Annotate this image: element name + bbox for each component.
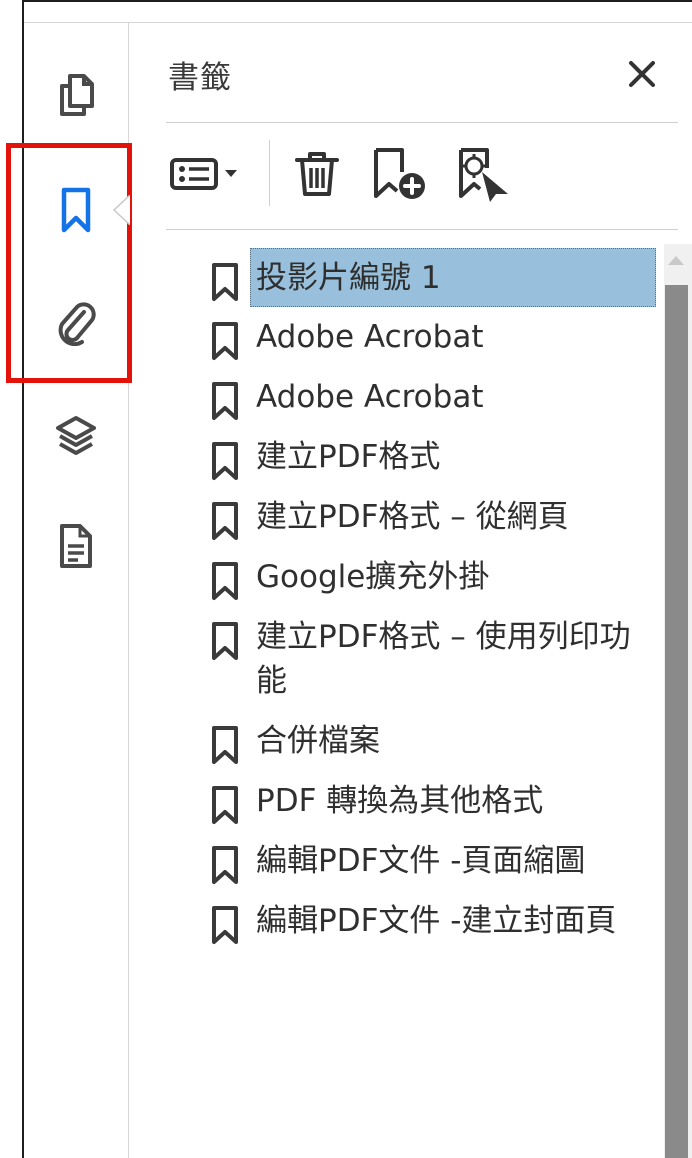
- header-divider: [166, 122, 678, 123]
- bookmark-item-icon: [200, 248, 250, 302]
- bookmark-item[interactable]: 合併檔案: [200, 711, 656, 771]
- toolbar-separator: [269, 140, 270, 206]
- bookmark-item-label: 建立PDF格式 – 使用列印功能: [256, 619, 631, 699]
- find-current-bookmark-button[interactable]: [456, 146, 512, 202]
- document-properties-icon[interactable]: [48, 518, 104, 574]
- bookmark-item-icon: [200, 771, 250, 825]
- scrollbar-thumb[interactable]: [665, 285, 688, 1158]
- delete-bookmark-button[interactable]: [290, 146, 344, 202]
- bookmark-icon: [212, 382, 238, 420]
- bookmark-item-label: 建立PDF格式 – 從網頁: [256, 499, 569, 535]
- bookmark-icon: [212, 846, 238, 884]
- close-button[interactable]: [620, 52, 664, 96]
- bookmark-item-icon: [200, 427, 250, 481]
- bookmark-item-icon: [200, 547, 250, 601]
- bookmark-item[interactable]: Adobe Acrobat: [200, 367, 656, 427]
- bookmark-item-label: 投影片編號 1: [250, 248, 656, 307]
- bookmark-item-label: PDF 轉換為其他格式: [256, 783, 544, 819]
- bookmark-item-label: Adobe Acrobat: [256, 379, 484, 415]
- bookmark-item[interactable]: PDF 轉換為其他格式: [200, 771, 656, 831]
- bookmark-item[interactable]: 建立PDF格式: [200, 427, 656, 487]
- bookmark-item-icon: [200, 367, 250, 421]
- bookmark-icon: [212, 726, 238, 764]
- bookmark-item-label: 建立PDF格式: [256, 439, 441, 475]
- bookmark-item-label: 編輯PDF文件 -頁面縮圖: [256, 843, 586, 879]
- annotation-highlight-box: [6, 143, 132, 383]
- bookmark-icon: [212, 906, 238, 944]
- bookmark-item-icon: [200, 607, 250, 661]
- bookmark-list: 投影片編號 1 Adobe Acrobat Adobe Acrobat 建立PDF格式…: [200, 248, 656, 951]
- panel-top-border: [24, 22, 692, 23]
- bookmark-icon: [212, 502, 238, 540]
- bookmark-item-label: Google擴充外掛: [256, 559, 490, 595]
- find-current-bookmark-icon[interactable]: [456, 146, 512, 202]
- options-menu-button[interactable]: [168, 146, 244, 202]
- bookmark-item-label: Adobe Acrobat: [256, 319, 484, 355]
- bookmark-icon: [212, 263, 238, 301]
- new-bookmark-icon[interactable]: [370, 146, 432, 202]
- bookmark-item[interactable]: 建立PDF格式 – 使用列印功能: [200, 607, 656, 711]
- bookmark-item[interactable]: 建立PDF格式 – 從網頁: [200, 487, 656, 547]
- panel-title: 書籤: [168, 60, 232, 96]
- pages-icon[interactable]: [48, 66, 104, 122]
- close-icon[interactable]: [626, 58, 658, 90]
- bookmark-item[interactable]: Google擴充外掛: [200, 547, 656, 607]
- window-frame-top: [22, 0, 692, 2]
- bookmark-item[interactable]: Adobe Acrobat: [200, 307, 656, 367]
- bookmark-item-label: 合併檔案: [256, 723, 380, 759]
- new-bookmark-button[interactable]: [370, 146, 432, 202]
- layers-icon[interactable]: [48, 408, 104, 464]
- bookmark-item-label: 編輯PDF文件 -建立封面頁: [256, 903, 617, 939]
- bookmark-icon: [212, 442, 238, 480]
- bookmark-item-icon: [200, 711, 250, 765]
- active-panel-pointer: [112, 195, 130, 225]
- options-menu-icon[interactable]: [168, 154, 244, 194]
- bookmark-item-icon: [200, 307, 250, 361]
- scroll-up-arrow[interactable]: [668, 256, 684, 265]
- toolbar-divider: [166, 229, 678, 230]
- bookmark-item[interactable]: 編輯PDF文件 -頁面縮圖: [200, 831, 656, 891]
- delete-bookmark-icon[interactable]: [293, 148, 341, 200]
- bookmark-item[interactable]: 投影片編號 1: [200, 248, 656, 307]
- bookmark-item-icon: [200, 487, 250, 541]
- bookmark-item[interactable]: 編輯PDF文件 -建立封面頁: [200, 891, 656, 951]
- bookmark-icon: [212, 786, 238, 824]
- bookmark-icon: [212, 322, 238, 360]
- bookmark-icon: [212, 562, 238, 600]
- bookmark-icon: [212, 622, 238, 660]
- bookmark-item-icon: [200, 831, 250, 885]
- bookmark-item-icon: [200, 891, 250, 945]
